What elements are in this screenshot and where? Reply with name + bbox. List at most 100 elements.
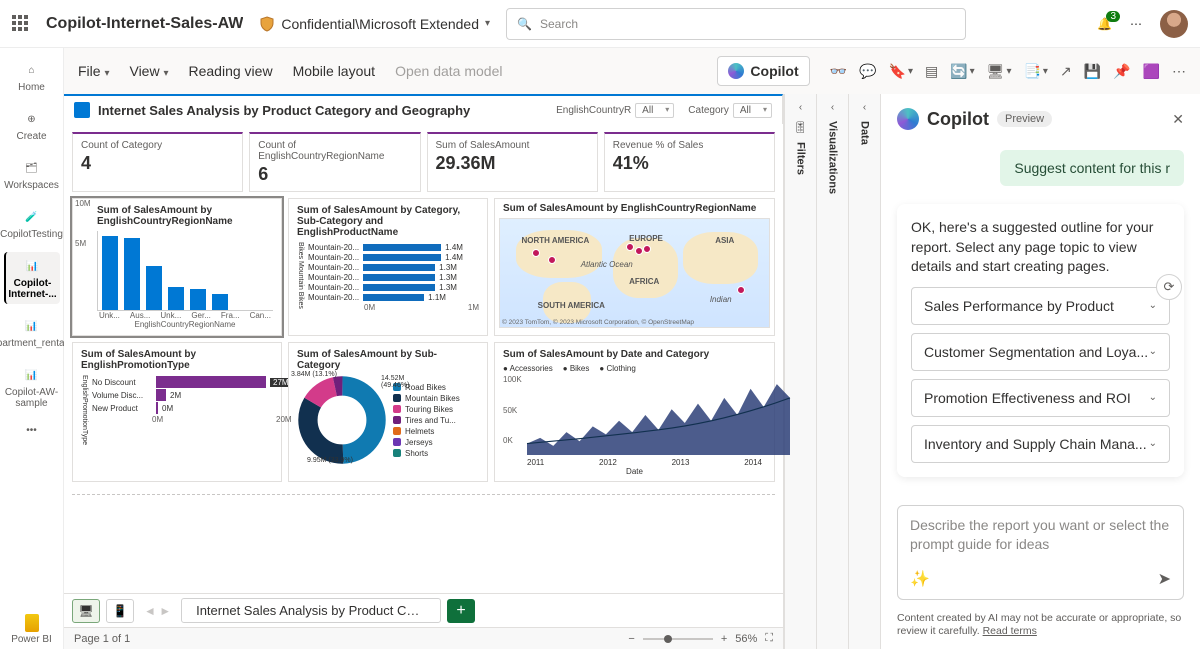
preview-tag: Preview <box>997 111 1052 127</box>
regenerate-button[interactable]: ⟳ <box>1156 274 1182 300</box>
copilot-title: Copilot <box>927 109 989 130</box>
zoom-percent: 56% <box>735 633 757 645</box>
chevron-down-icon: ⌄ <box>1149 392 1157 403</box>
page-tab[interactable]: Internet Sales Analysis by Product Categ… <box>181 598 441 623</box>
visual-donut[interactable]: Sum of SalesAmount by Sub-Category 14.52… <box>288 342 488 482</box>
present-split[interactable]: 🖥▾ <box>987 63 1012 80</box>
close-icon[interactable]: ✕ <box>1172 111 1184 128</box>
zoom-slider[interactable] <box>643 638 713 640</box>
topic-item[interactable]: Promotion Effectiveness and ROI⌄ <box>911 379 1170 417</box>
explore-icon[interactable]: 👓 <box>830 63 847 80</box>
btn-open-data-model: Open data model <box>395 63 502 79</box>
nav-report-apartment[interactable]: 📊apartment_rentals <box>4 312 60 353</box>
kpi-card[interactable]: Count of Category4 <box>72 132 243 192</box>
copilot-icon <box>728 63 744 79</box>
page-indicator: Page 1 of 1 <box>74 633 130 645</box>
nav-home[interactable]: ⌂Home <box>4 56 60 97</box>
refresh-split[interactable]: 🔄▾ <box>950 63 974 80</box>
topic-item[interactable]: Inventory and Supply Chain Mana...⌄ <box>911 425 1170 463</box>
copilot-disclaimer: Content created by AI may not be accurat… <box>881 612 1200 649</box>
btn-reading-view[interactable]: Reading view <box>189 63 273 79</box>
visual-product-hbar[interactable]: Sum of SalesAmount by Category, Sub-Cate… <box>288 198 488 336</box>
copilot-input[interactable]: Describe the report you want or select t… <box>897 505 1184 600</box>
report-icon: 📊 <box>22 365 42 385</box>
zoom-in[interactable]: + <box>721 633 727 645</box>
top-bar: Copilot-Internet-Sales-AW Confidential\M… <box>0 0 1200 48</box>
more-ribbon-icon[interactable]: ⋯ <box>1172 63 1186 80</box>
report-header: Internet Sales Analysis by Product Categ… <box>64 94 783 124</box>
chevron-left-icon: ‹ <box>863 102 866 113</box>
export-split[interactable]: 📑▾ <box>1023 63 1047 80</box>
visual-map[interactable]: Sum of SalesAmount by EnglishCountryRegi… <box>494 198 775 336</box>
sensitivity-label[interactable]: Confidential\Microsoft Extended ▾ <box>259 16 490 32</box>
visual-promo-bar[interactable]: Sum of SalesAmount by EnglishPromotionTy… <box>72 342 282 482</box>
teams-icon[interactable]: 🟪 <box>1143 63 1160 80</box>
zoom-out[interactable]: − <box>628 633 634 645</box>
chevron-left-icon: ‹ <box>831 102 834 113</box>
stack-icon: 🗂 <box>22 158 42 178</box>
nav-workspace-copilottesting[interactable]: 🧪CopilotTesting <box>4 203 60 244</box>
menu-file[interactable]: File ▾ <box>78 63 109 79</box>
page-view-desktop[interactable]: 🖥 <box>72 599 100 623</box>
nav-powerbi[interactable]: Power BI <box>4 610 60 649</box>
view-icon[interactable]: ▤ <box>925 63 938 80</box>
page-view-mobile[interactable]: 📱 <box>106 599 134 623</box>
nav-create[interactable]: ⊕Create <box>4 105 60 146</box>
bookmark-split[interactable]: 🔖▾ <box>889 63 913 80</box>
nav-more[interactable]: ••• <box>4 421 60 440</box>
visual-area[interactable]: Sum of SalesAmount by Date and Category … <box>494 342 775 482</box>
share-icon[interactable]: ↗ <box>1060 63 1072 80</box>
filters-icon: 🎚 <box>794 121 808 134</box>
ribbon-tools: 👓 💬 🔖▾ ▤ 🔄▾ 🖥▾ 📑▾ ↗ 💾 📌 🟪 ⋯ <box>830 63 1186 80</box>
report-canvas: Count of Category4 Count of EnglishCount… <box>64 124 783 490</box>
visual-region-bar[interactable]: Sum of SalesAmount by EnglishCountryRegi… <box>72 198 282 336</box>
search-box[interactable]: 🔍 Search <box>506 8 966 40</box>
copilot-button[interactable]: Copilot <box>717 56 809 86</box>
filters-pane-collapsed[interactable]: ‹🎚Filters <box>784 94 816 649</box>
report-title: Internet Sales Analysis by Product Categ… <box>98 103 470 118</box>
kpi-card[interactable]: Count of EnglishCountryRegionName6 <box>249 132 420 192</box>
send-icon[interactable]: ➤ <box>1158 569 1171 589</box>
chevron-left-icon: ‹ <box>799 102 802 113</box>
home-icon: ⌂ <box>22 60 42 80</box>
avatar[interactable] <box>1160 10 1188 38</box>
left-nav: ⌂Home ⊕Create 🗂Workspaces 🧪CopilotTestin… <box>0 48 64 649</box>
copilot-pane: Copilot Preview ✕ Suggest content for th… <box>880 94 1200 649</box>
report-icon: 📊 <box>23 256 43 276</box>
topic-item[interactable]: Sales Performance by Product⌄ <box>911 287 1170 325</box>
workspace-icon: 🧪 <box>22 207 42 227</box>
save-icon[interactable]: 💾 <box>1084 63 1101 80</box>
kpi-card[interactable]: Sum of SalesAmount29.36M <box>427 132 598 192</box>
more-icon[interactable]: ⋯ <box>1130 17 1142 31</box>
nav-report-copilot-internet[interactable]: 📊Copilot-Internet-... <box>4 252 60 304</box>
slicer-country[interactable]: All <box>635 103 674 118</box>
kpi-card[interactable]: Revenue % of Sales41% <box>604 132 775 192</box>
fit-to-page-icon[interactable]: ⛶ <box>765 632 773 645</box>
status-bar: Page 1 of 1 − + 56% ⛶ <box>64 627 783 649</box>
read-terms-link[interactable]: Read terms <box>983 625 1037 637</box>
visualizations-pane-collapsed[interactable]: ‹Visualizations <box>816 94 848 649</box>
pin-icon[interactable]: 📌 <box>1113 63 1130 80</box>
plus-circle-icon: ⊕ <box>22 109 42 129</box>
file-name[interactable]: Copilot-Internet-Sales-AW <box>46 15 243 33</box>
data-pane-collapsed[interactable]: ‹Data <box>848 94 880 649</box>
copilot-response: OK, here's a suggested outline for your … <box>897 204 1184 477</box>
comment-icon[interactable]: 💬 <box>859 63 876 80</box>
app-launcher-icon[interactable] <box>12 15 30 33</box>
nav-report-copilot-aw[interactable]: 📊Copilot-AW-sample <box>4 361 60 413</box>
topic-item[interactable]: Customer Segmentation and Loya...⌄ <box>911 333 1170 371</box>
chevron-down-icon: ⌄ <box>1149 300 1157 311</box>
ribbon: File ▾ View ▾ Reading view Mobile layout… <box>64 48 1200 94</box>
chevron-down-icon: ⌄ <box>1149 346 1157 357</box>
add-page-button[interactable]: + <box>447 599 475 623</box>
slicer-category[interactable]: All <box>733 103 772 118</box>
copilot-logo-icon <box>897 108 919 130</box>
menu-view[interactable]: View ▾ <box>129 63 168 79</box>
sparkle-icon[interactable]: ✨ <box>910 569 930 589</box>
nav-workspaces[interactable]: 🗂Workspaces <box>4 154 60 195</box>
report-cube-icon <box>74 102 90 118</box>
chevron-down-icon: ▾ <box>485 18 490 29</box>
btn-mobile-layout[interactable]: Mobile layout <box>293 63 376 79</box>
report-icon: 📊 <box>22 316 42 336</box>
notifications-button[interactable]: 🔔 3 <box>1097 17 1112 31</box>
